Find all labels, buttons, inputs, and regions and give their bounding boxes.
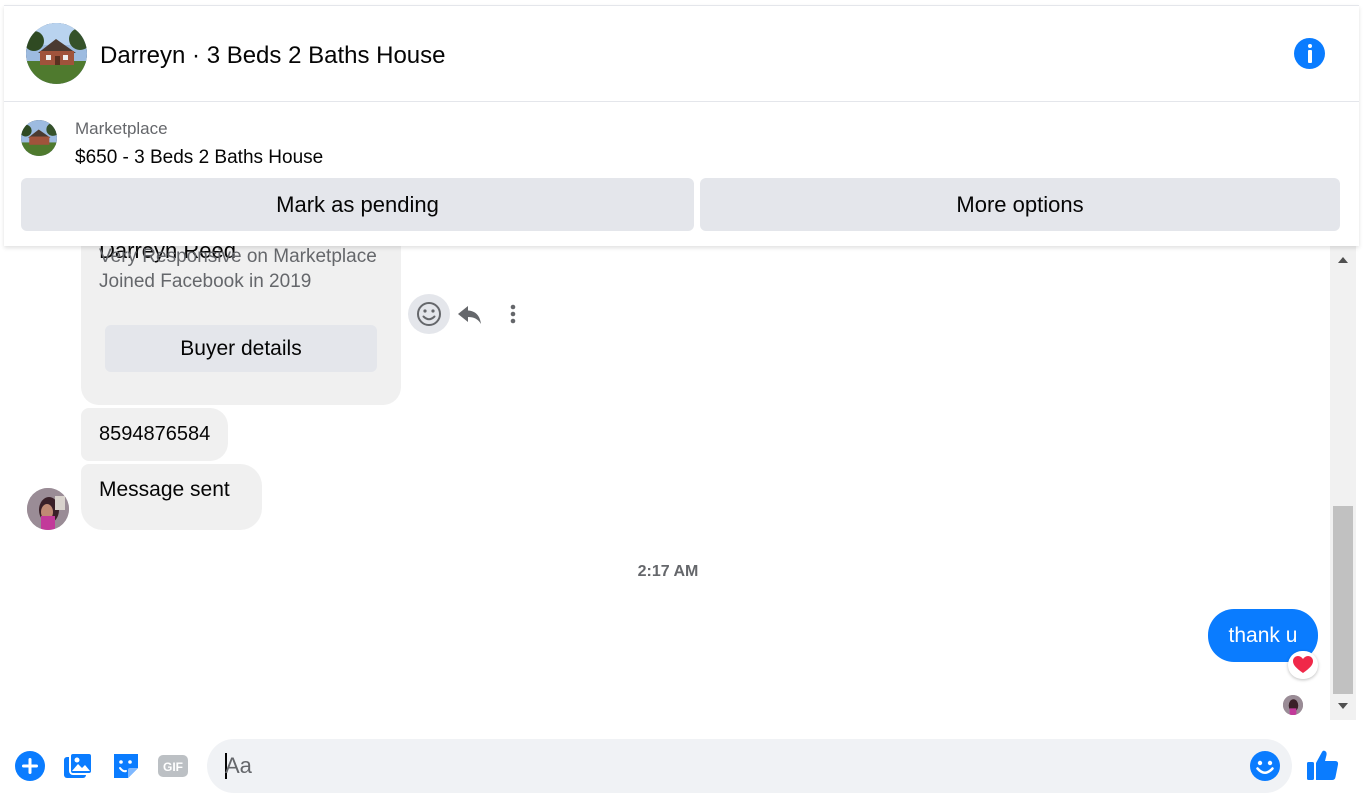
message-list: Darreyn Reed Very Responsive on Marketpl… <box>0 246 1330 720</box>
message-timestamp: 2:17 AM <box>637 563 699 580</box>
mark-as-pending-button[interactable]: Mark as pending <box>21 178 694 231</box>
info-icon[interactable] <box>1294 38 1325 69</box>
message-composer: GIF <box>0 727 1363 807</box>
conversation-header-panel: Darreyn · 3 Beds 2 Baths House Marketpla… <box>4 5 1359 246</box>
message-scrollbar[interactable] <box>1330 246 1356 720</box>
scroll-thumb[interactable] <box>1333 506 1353 694</box>
message-input-wrapper <box>207 739 1292 793</box>
scroll-up-arrow-icon[interactable] <box>1330 252 1356 268</box>
sticker-icon[interactable] <box>110 750 142 782</box>
more-vertical-icon[interactable] <box>498 298 528 330</box>
message-phone-number[interactable]: 8594876584 <box>81 408 229 461</box>
buyer-responsiveness: Very Responsive on Marketplace <box>99 246 377 267</box>
emoji-icon[interactable] <box>1249 750 1281 782</box>
message-input[interactable] <box>225 739 1235 793</box>
thumbs-up-icon[interactable] <box>1305 747 1341 783</box>
conversation-title[interactable]: Darreyn · 3 Beds 2 Baths House <box>100 42 446 70</box>
buyer-joined: Joined Facebook in 2019 <box>99 271 312 292</box>
seen-receipt-avatar <box>1283 695 1303 715</box>
gif-label: GIF <box>163 760 183 774</box>
listing-source: Marketplace <box>75 119 168 138</box>
buyer-info-card: Darreyn Reed Very Responsive on Marketpl… <box>81 246 401 405</box>
plus-icon[interactable] <box>14 750 46 782</box>
gif-icon[interactable]: GIF <box>157 750 189 782</box>
more-options-button[interactable]: More options <box>700 178 1340 231</box>
heart-reaction-icon[interactable] <box>1288 651 1318 679</box>
listing-thumbnail[interactable] <box>21 120 57 156</box>
sender-avatar[interactable] <box>27 488 69 530</box>
listing-title[interactable]: $650 - 3 Beds 2 Baths House <box>75 147 323 169</box>
message-sent-bubble[interactable]: Message sent <box>81 464 262 530</box>
reply-icon[interactable] <box>454 298 486 330</box>
messenger-window: Darreyn · 3 Beds 2 Baths House Marketpla… <box>0 0 1363 807</box>
react-smiley-icon[interactable] <box>408 294 450 334</box>
listing-avatar[interactable] <box>26 23 87 84</box>
conversation-header: Darreyn · 3 Beds 2 Baths House <box>4 6 1359 102</box>
photo-icon[interactable] <box>62 750 94 782</box>
buyer-details-button[interactable]: Buyer details <box>105 325 377 372</box>
scroll-down-arrow-icon[interactable] <box>1330 698 1356 714</box>
